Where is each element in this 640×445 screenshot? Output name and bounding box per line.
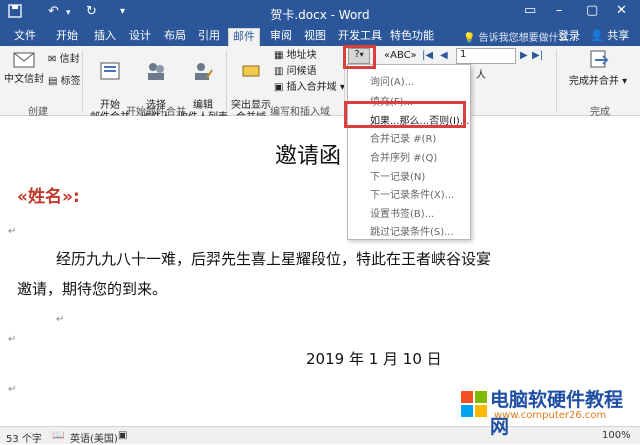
- group-separator: [82, 50, 83, 112]
- ribbon-tabs: 文件 开始 插入 设计 布局 引用 邮件 审阅 视图 开发工具 特色功能 💡 告…: [0, 26, 640, 46]
- document-page[interactable]: 邀请函 «姓名»: ↵ 经历九九八十一难，后羿先生喜上星耀段位，特此在王者峡谷设…: [0, 116, 640, 426]
- title-bar: ↶ ▾ ↻ ▾ 贺卡.docx - Word ▭ – ▢ ✕: [0, 0, 640, 26]
- menu-item-merge-record[interactable]: 合并记录 #(R): [370, 130, 436, 145]
- highlight-fields-icon: [229, 60, 273, 86]
- share-button[interactable]: 👤 共享: [586, 28, 633, 46]
- proofing-icon[interactable]: 📖: [52, 430, 64, 441]
- chinese-envelope-button[interactable]: 中文信封: [4, 52, 44, 86]
- tab-review[interactable]: 审阅: [266, 28, 296, 46]
- rules-highlight: [343, 45, 376, 69]
- greeting-line-label: 问候语: [286, 66, 317, 77]
- tab-references[interactable]: 引用: [194, 28, 224, 46]
- document-date: 2019 年 1 月 10 日: [306, 350, 442, 368]
- group-separator: [556, 50, 557, 112]
- preview-results-button[interactable]: «ABC»: [384, 50, 417, 62]
- address-block-icon: ▦: [274, 50, 284, 61]
- macro-record-icon[interactable]: ▣: [118, 430, 127, 441]
- envelope-small-icon: ✉: [48, 54, 57, 65]
- ribbon-display-icon[interactable]: ▭: [524, 3, 536, 18]
- tab-home[interactable]: 开始: [52, 28, 82, 46]
- greeting-line-button[interactable]: ▥ 问候语: [274, 66, 317, 78]
- windows-logo-icon: [460, 390, 488, 421]
- if-then-else-highlight: [344, 101, 466, 128]
- share-label: 共享: [607, 29, 630, 42]
- labels-label: 标签: [60, 76, 81, 87]
- next-record-icon[interactable]: ▶: [520, 50, 528, 62]
- edit-list-icon: [178, 60, 228, 86]
- record-number-input[interactable]: 1: [456, 48, 516, 64]
- ribbon: 中文信封 ✉ 信封 ▤ 标签 创建 开始 邮件合并 选择 收件人 编辑 收件人列…: [0, 46, 640, 123]
- recipients-icon: [136, 60, 176, 86]
- menu-item-skip-record-if[interactable]: 跳过记录条件(S)...: [370, 223, 454, 238]
- tab-view[interactable]: 视图: [300, 28, 330, 46]
- site-watermark: 电脑软硬件教程网 www.computer26.com: [454, 384, 640, 438]
- word-count[interactable]: 53 个字: [6, 430, 42, 445]
- highlight-merge-fields-button[interactable]: 突出显示 合并域: [229, 48, 273, 124]
- group-separator: [226, 50, 227, 112]
- chinese-envelope-label: 中文信封: [4, 74, 44, 85]
- tab-file[interactable]: 文件: [10, 28, 40, 46]
- greeting-line-icon: ▥: [274, 66, 284, 77]
- labels-button[interactable]: ▤ 标签: [48, 76, 81, 88]
- chevron-down-icon: ▾: [622, 76, 628, 87]
- envelope-label: 信封: [59, 54, 80, 65]
- menu-item-next-record-if[interactable]: 下一记录条件(X)...: [370, 186, 454, 201]
- paragraph-1: 经历九九八十一难，后羿先生喜上星耀段位，特此在王者峡谷设宴: [56, 250, 492, 268]
- envelope-icon: [4, 52, 44, 72]
- last-record-icon[interactable]: ▶|: [532, 50, 543, 62]
- finish-merge-label: 完成并合并: [568, 76, 619, 87]
- paragraph-mark: ↵: [8, 334, 17, 345]
- preview-icon: «ABC»: [384, 50, 417, 61]
- tab-featured[interactable]: 特色功能: [386, 28, 438, 46]
- finish-merge-button[interactable]: 完成并合并 ▾: [560, 48, 636, 88]
- address-block-label: 地址块: [286, 50, 317, 61]
- tab-design[interactable]: 设计: [125, 28, 155, 46]
- previous-record-icon[interactable]: ◀: [440, 50, 448, 62]
- paragraph-mark: ↵: [8, 384, 17, 395]
- first-record-icon[interactable]: |◀: [422, 50, 433, 62]
- menu-item-next-record[interactable]: 下一记录(N): [370, 168, 425, 183]
- menu-item-merge-sequence[interactable]: 合并序列 #(Q): [370, 149, 437, 164]
- insert-merge-field-button[interactable]: ▣ 插入合并域 ▾: [274, 82, 345, 94]
- insert-field-icon: ▣: [274, 82, 284, 93]
- login-link[interactable]: 登录: [554, 28, 584, 46]
- tab-mailings[interactable]: 邮件: [228, 28, 260, 46]
- document-heading: 邀请函: [275, 144, 342, 169]
- finish-merge-icon: [560, 48, 636, 74]
- paragraph-mark: ↵: [56, 314, 65, 325]
- language-indicator[interactable]: 英语(美国): [70, 430, 118, 445]
- tab-layout[interactable]: 布局: [160, 28, 190, 46]
- find-recipient-label: 人: [476, 70, 486, 81]
- person-icon: 👤: [590, 29, 604, 42]
- paragraph-mark: ↵: [8, 226, 17, 237]
- tab-insert[interactable]: 插入: [90, 28, 120, 46]
- label-icon: ▤: [48, 76, 58, 87]
- rules-menu: 询问(A)... 填充(F)... 如果...那么...否则(I)... 合并记…: [347, 64, 471, 240]
- tab-developer[interactable]: 开发工具: [334, 28, 386, 46]
- minimize-icon[interactable]: –: [556, 3, 563, 18]
- watermark-url: www.computer26.com: [494, 410, 607, 421]
- lightbulb-icon: 💡: [463, 33, 476, 44]
- maximize-icon[interactable]: ▢: [586, 3, 598, 18]
- mail-merge-icon: [86, 60, 134, 86]
- menu-item-ask[interactable]: 询问(A)...: [370, 73, 414, 88]
- paragraph-2: 邀请，期待您的到来。: [17, 280, 168, 298]
- window-title: 贺卡.docx - Word: [270, 8, 370, 22]
- close-icon[interactable]: ✕: [616, 3, 627, 18]
- envelope-button[interactable]: ✉ 信封: [48, 54, 80, 66]
- address-block-button[interactable]: ▦ 地址块: [274, 50, 317, 62]
- insert-merge-field-label: 插入合并域: [286, 82, 337, 93]
- merge-field-name[interactable]: «姓名»:: [17, 182, 80, 207]
- menu-item-set-bookmark[interactable]: 设置书签(B)...: [370, 205, 434, 220]
